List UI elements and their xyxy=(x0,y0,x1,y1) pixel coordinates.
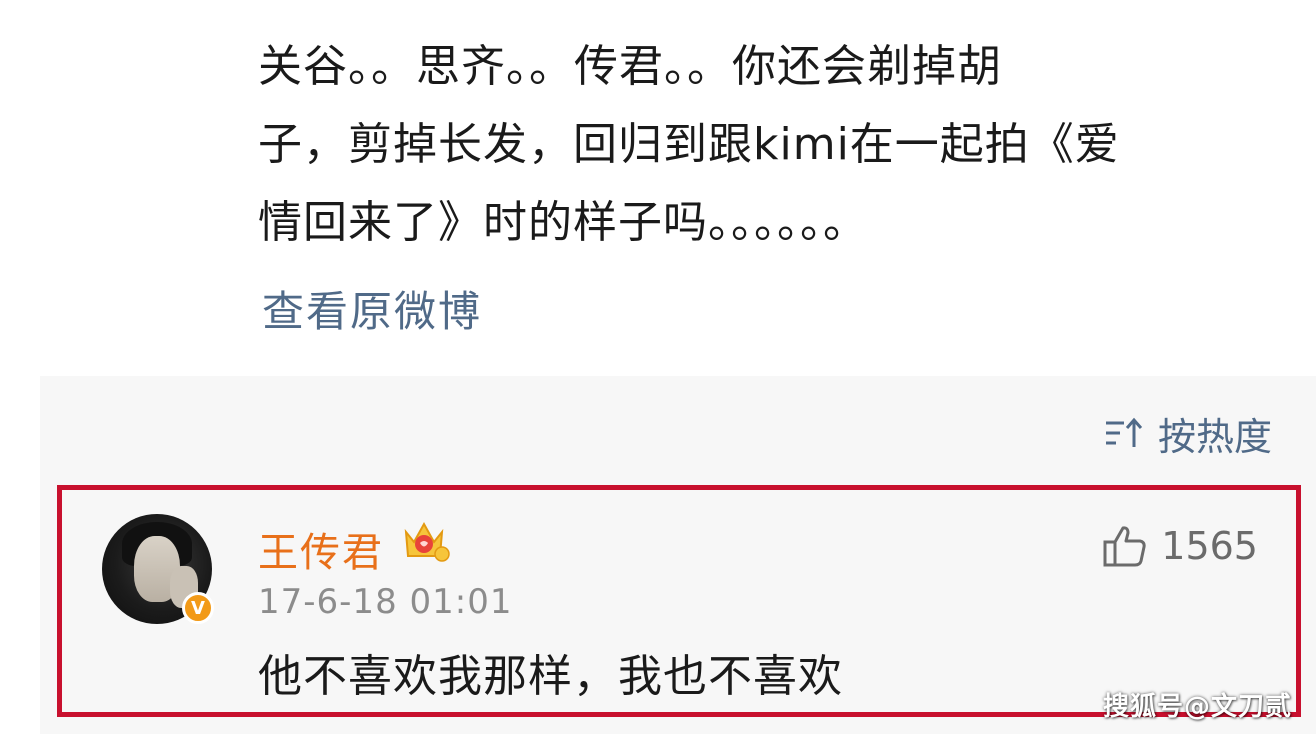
view-original-link[interactable]: 查看原微博 xyxy=(262,278,482,339)
post-line: 子，剪掉长发，回归到跟kimi在一起拍《爱 xyxy=(258,119,1120,170)
sort-icon xyxy=(1104,417,1144,451)
post-line: 情回来了》时的样子吗。。。。。。 xyxy=(258,197,868,248)
sort-label: 按热度 xyxy=(1157,415,1272,459)
sort-by-hot-button[interactable]: 按热度 xyxy=(1104,406,1272,461)
watermark: 搜狐号@文刀贰 xyxy=(1102,692,1292,722)
like-count: 1565 xyxy=(1161,524,1258,568)
verified-badge-icon: V xyxy=(182,592,214,624)
like-button[interactable]: 1565 xyxy=(1101,522,1258,570)
weibo-comment-screenshot: 关谷。。思齐。。传君。。你还会剃掉胡 子，剪掉长发，回归到跟kimi在一起拍《爱… xyxy=(0,0,1316,734)
post-body: 关谷。。思齐。。传君。。你还会剃掉胡 子，剪掉长发，回归到跟kimi在一起拍《爱… xyxy=(258,28,1248,262)
post-line: 关谷。。思齐。。传君。。你还会剃掉胡 xyxy=(258,41,1002,92)
comment-username[interactable]: 王传君 xyxy=(258,520,384,578)
thumbs-up-icon xyxy=(1101,522,1149,570)
comment-timestamp: 17-6-18 01:01 xyxy=(258,582,513,622)
comment-text: 他不喜欢我那样，我也不喜欢 xyxy=(258,651,843,702)
vip-crown-icon xyxy=(398,514,450,566)
